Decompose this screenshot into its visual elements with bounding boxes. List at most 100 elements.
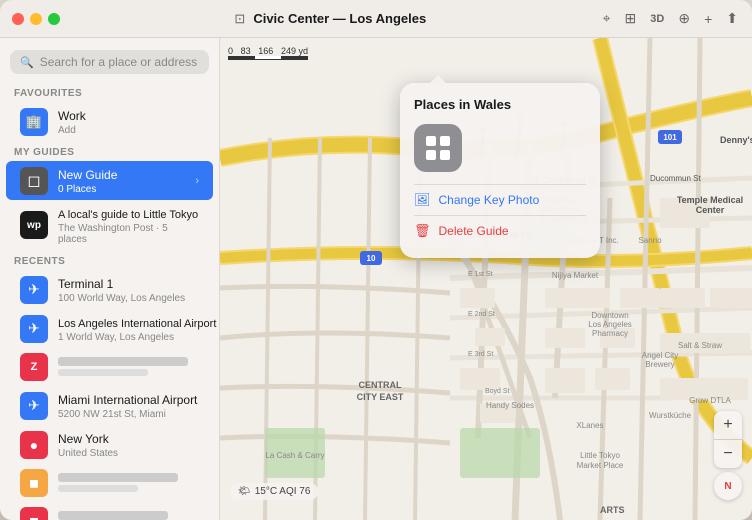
new-guide-icon: ◻ [20,167,48,195]
zoom-in-button[interactable]: + [714,411,742,439]
blurred1-icon: ◼ [20,469,48,497]
weather-icon: 🌤 [238,486,251,497]
sidebar-item-work[interactable]: 🏢 Work Add [6,102,213,141]
weather-text: 15°C AQI 76 [255,486,311,497]
new-york-title: New York [58,432,109,446]
terminal1-text: Terminal 1 100 World Way, Los Angeles [58,275,199,304]
delete-guide-button[interactable]: 🗑 Delete Guide [414,218,586,244]
sidebar: 🔍 Search for a place or address Favourit… [0,38,220,520]
little-tokyo-text: A local's guide to Little Tokyo The Wash… [58,205,199,245]
terminal1-icon: ✈ [20,276,48,304]
svg-text:Little Tokyo: Little Tokyo [580,451,620,460]
sidebar-item-new-york[interactable]: ● New York United States [6,425,213,464]
svg-text:Temple Medical: Temple Medical [677,195,743,205]
scale-numbers: 0 83 166 249 yd [228,46,308,56]
search-icon: 🔍 [20,56,34,69]
svg-text:Market Place: Market Place [577,461,624,470]
trash-icon: 🗑 [414,223,431,239]
svg-text:E 3rd St: E 3rd St [468,351,493,358]
little-tokyo-subtitle: The Washington Post · 5 places [58,223,199,245]
my-guides-label: My Guides [0,141,219,161]
image-icon: 🖼 [414,192,431,208]
traffic-lights [12,13,60,25]
svg-text:Center: Center [696,205,725,215]
miami-subtitle: 5200 NW 21st St, Miami [58,409,199,420]
scale-0: 0 [228,46,233,56]
zoom-controls: + − [714,411,742,468]
svg-text:101: 101 [663,133,677,142]
miami-title: Miami International Airport [58,393,197,407]
change-photo-button[interactable]: 🖼 Change Key Photo [414,187,586,213]
minimize-button[interactable] [30,13,42,25]
map-bottom-right: + − N [714,411,742,500]
new-york-subtitle: United States [58,448,199,459]
svg-text:Wurstküche: Wurstküche [649,411,692,420]
scale-seg-3 [281,56,307,59]
scale-seg-1 [229,56,255,59]
map-area[interactable]: 10 101 [220,38,752,520]
zoom-out-button[interactable]: − [714,440,742,468]
work-subtitle: Add [58,125,199,136]
threed-button[interactable]: 3D [648,11,666,27]
lax-icon: ✈ [20,315,48,343]
sidebar-item-blurred-2[interactable]: ◼ [6,502,213,520]
svg-text:Nijiya Market: Nijiya Market [552,271,599,280]
little-tokyo-title: A local's guide to Little Tokyo [58,209,198,221]
popup-divider [414,184,586,185]
compass-rose[interactable]: N [714,472,742,500]
main-content: 🔍 Search for a place or address Favourit… [0,38,752,520]
svg-text:Downtown: Downtown [591,311,628,320]
sidebar-item-miami[interactable]: ✈ Miami International Airport 5200 NW 21… [6,386,213,425]
new-guide-text: New Guide 0 Places [58,166,185,195]
close-button[interactable] [12,13,24,25]
terminal1-title: Terminal 1 [58,277,113,291]
guides-icon [424,134,452,162]
sidebar-item-new-guide[interactable]: ◻ New Guide 0 Places › [6,161,213,200]
search-bar[interactable]: 🔍 Search for a place or address [10,50,209,74]
work-title: Work [58,109,86,123]
grid-button[interactable]: ⊞ [623,8,639,29]
svg-text:ARTS: ARTS [600,505,625,515]
lax-title: Los Angeles International Airport [58,318,216,330]
svg-text:E 1st St: E 1st St [468,271,493,278]
svg-text:Pharmacy: Pharmacy [592,329,628,338]
svg-text:Brewery: Brewery [645,360,674,369]
sidebar-item-little-tokyo[interactable]: wp A local's guide to Little Tokyo The W… [6,200,213,250]
search-placeholder: Search for a place or address [40,55,197,69]
layers-button[interactable]: ⊕ [676,8,692,29]
svg-text:Grow DTLA: Grow DTLA [689,396,731,405]
map-bottom-left: 🌤 15°C AQI 76 [230,483,318,500]
favourites-label: Favourites [0,82,219,102]
scale-seg-2 [255,56,281,59]
sidebar-item-lax[interactable]: ✈ Los Angeles International Airport 1 Wo… [6,309,213,348]
popup: Places in Wales 🖼 Change Key Photo [400,83,600,258]
new-guide-title: New Guide [58,168,117,182]
svg-text:Handy Sodes: Handy Sodes [486,401,534,410]
share-button[interactable]: ⬆ [724,8,740,29]
miami-text: Miami International Airport 5200 NW 21st… [58,391,199,420]
svg-text:La Cash & Carry: La Cash & Carry [265,451,324,460]
svg-text:Ducommun St: Ducommun St [650,174,701,183]
svg-text:CITY EAST: CITY EAST [357,392,404,402]
weather-widget: 🌤 15°C AQI 76 [230,483,318,500]
blurred2-title [58,511,168,520]
sidebar-item-terminal1[interactable]: ✈ Terminal 1 100 World Way, Los Angeles [6,270,213,309]
svg-text:Angel City: Angel City [642,351,678,360]
svg-text:Sanrio: Sanrio [638,236,662,245]
popup-icon[interactable] [414,124,462,172]
add-button[interactable]: + [702,9,714,29]
popup-title: Places in Wales [414,97,586,112]
location-button[interactable]: ⌖ [601,8,613,29]
wapo-icon: wp [20,211,48,239]
maximize-button[interactable] [48,13,60,25]
sidebar-item-blurred-1[interactable]: ◼ [6,464,213,502]
scale-166: 166 [258,46,273,56]
title-actions: ⌖ ⊞ 3D ⊕ + ⬆ [601,8,740,29]
popup-divider-2 [414,215,586,216]
svg-text:Los Angeles: Los Angeles [588,320,632,329]
blurred2-icon: ◼ [20,507,48,520]
scale-249: 249 yd [281,46,308,56]
miami-icon: ✈ [20,392,48,420]
sidebar-item-intl-terminal[interactable]: Z [6,348,213,386]
title-map-icon: ⊡ [234,11,245,27]
